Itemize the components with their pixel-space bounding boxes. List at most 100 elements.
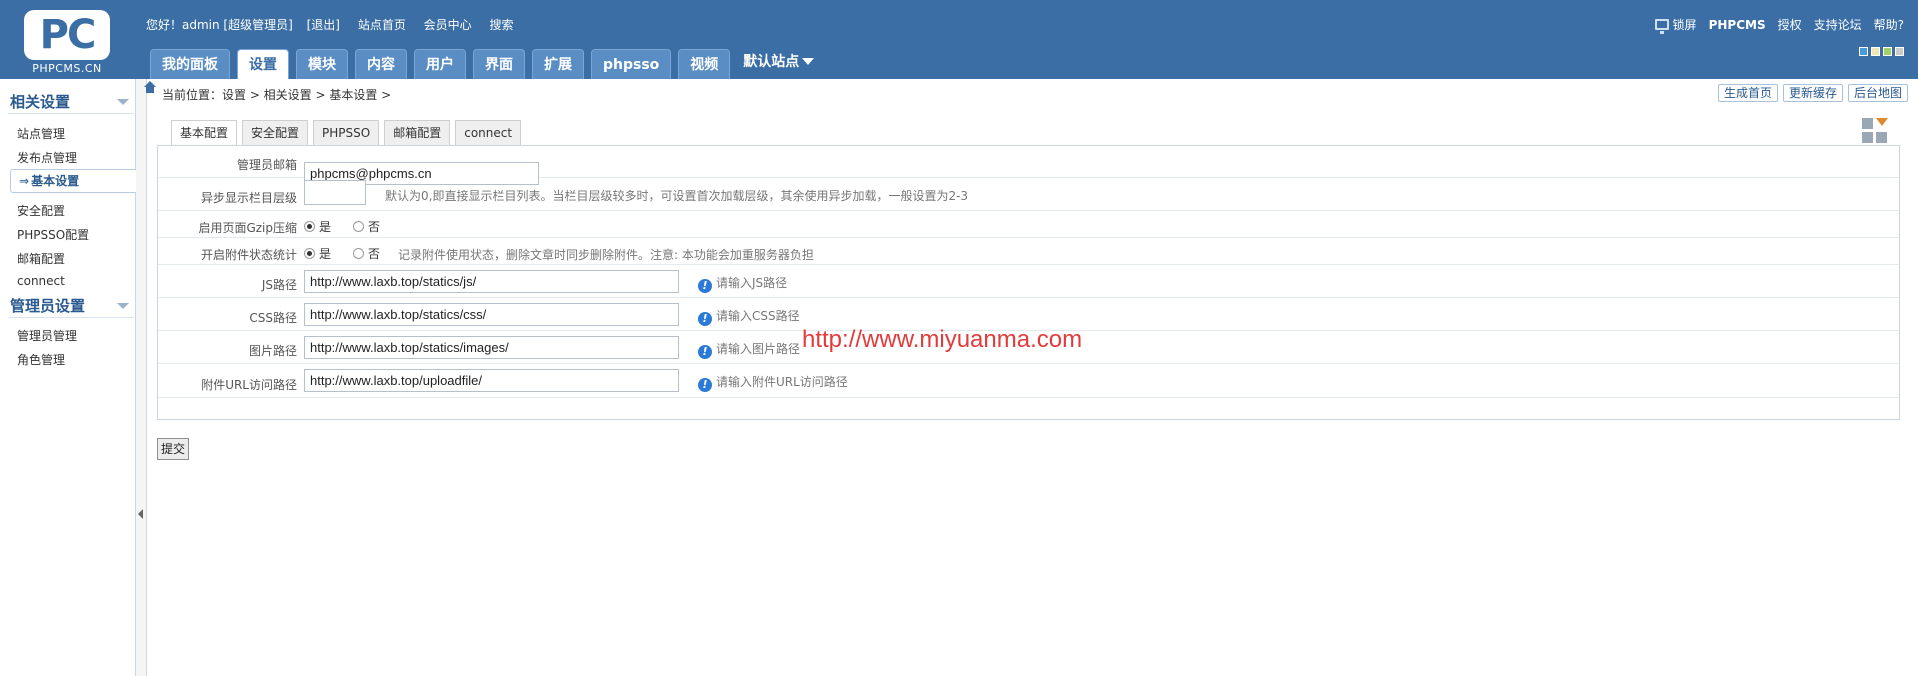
sidebar-item-role-manage[interactable]: 角色管理 [17,351,65,368]
form-row-async-level: 异步显示栏目层级 默认为0,即直接显示栏目列表。当栏目层级较多时，可设置首次加载… [158,178,1899,211]
logo-subtext: PHPCMS.CN [32,62,102,75]
tab-phpsso[interactable]: PHPSSO [313,120,380,145]
theme-blue[interactable] [1859,47,1868,56]
main-nav: 我的面板 设置 模块 内容 用户 界面 扩展 phpsso 视频 默认站点 [150,49,815,79]
logo[interactable]: PC PHPCMS.CN [24,10,110,75]
collapse-arrow-icon[interactable] [117,99,129,105]
settings-tabs: 基本配置 安全配置 PHPSSO 邮箱配置 connect [171,120,522,146]
tab-email-config[interactable]: 邮箱配置 [384,120,451,145]
top-right-links: 锁屏 PHPCMS 授权 支持论坛 帮助? [1654,16,1904,34]
radio-label: 否 [368,220,381,234]
generate-homepage-button[interactable]: 生成首页 [1717,84,1778,102]
tip-text: 请输入图片路径 [716,342,801,356]
image-path-input[interactable]: http://www.laxb.top/statics/images/ [304,336,679,359]
logout-link[interactable]: [退出] [307,18,340,32]
download-arrow-icon [1876,118,1888,126]
site-selector[interactable]: 默认站点 [737,49,815,79]
admin-email-label: 管理员邮箱 [236,158,297,172]
tip-text: 请输入JS路径 [716,276,788,290]
async-level-label: 异步显示栏目层级 [200,191,297,205]
lock-screen-link[interactable]: 锁屏 [1673,16,1697,33]
attach-stat-yes-radio[interactable]: 是 [304,245,331,262]
attach-stat-hint: 记录附件使用状态，删除文章时同步删除附件。注意: 本功能会加重服务器负担 [398,248,814,262]
phpcms-link[interactable]: PHPCMS [1709,18,1766,32]
layout-grid-icon[interactable] [1862,118,1888,144]
nav-tab-my-panel[interactable]: 我的面板 [150,49,230,79]
breadcrumb-bar: 当前位置：设置 > 相关设置 > 基本设置 > 生成首页 更新缓存 后台地图 [136,79,1918,105]
attach-stat-label: 开启附件状态统计 [200,248,297,262]
chevron-left-icon [138,509,143,519]
tip-text: 请输入附件URL访问路径 [716,375,848,389]
radio-checked-icon [304,248,315,259]
sidebar-toggle-bar[interactable] [136,79,147,676]
css-path-input[interactable]: http://www.laxb.top/statics/css/ [304,303,679,326]
sidebar-section-title[interactable]: 管理员设置 [10,295,85,316]
radio-unchecked-icon [353,248,364,259]
sidebar-item-admin-manage[interactable]: 管理员管理 [17,327,77,344]
gzip-label: 启用页面Gzip压缩 [198,221,297,235]
tab-basic-config[interactable]: 基本配置 [171,120,238,146]
js-path-tip: ! 请输入JS路径 [698,274,787,293]
form-row-admin-email: 管理员邮箱 phpcms@phpcms.cn [158,146,1899,185]
async-level-hint: 默认为0,即直接显示栏目列表。当栏目层级较多时，可设置首次加载层级，其余使用异步… [385,189,969,203]
member-center-link[interactable]: 会员中心 [424,18,472,32]
info-icon: ! [698,378,712,392]
sidebar-item-publish-point[interactable]: 发布点管理 [17,149,77,166]
gzip-yes-radio[interactable]: 是 [304,218,331,235]
nav-tab-content[interactable]: 内容 [355,49,407,79]
divider [8,113,134,114]
attach-stat-no-radio[interactable]: 否 [353,245,380,262]
forum-link[interactable]: 支持论坛 [1814,16,1862,33]
async-level-input[interactable] [304,180,366,205]
theme-yellow[interactable] [1871,47,1880,56]
collapse-arrow-icon[interactable] [117,303,129,309]
watermark-text: http://www.miyuanma.com [802,326,1083,353]
search-link[interactable]: 搜索 [490,18,514,32]
help-link[interactable]: 帮助? [1874,16,1904,33]
theme-green[interactable] [1883,47,1892,56]
radio-label: 是 [319,220,332,234]
upload-url-tip: ! 请输入附件URL访问路径 [698,373,848,392]
update-cache-button[interactable]: 更新缓存 [1782,84,1843,102]
license-link[interactable]: 授权 [1778,16,1802,33]
settings-form: 管理员邮箱 phpcms@phpcms.cn 异步显示栏目层级 默认为0,即直接… [157,145,1900,420]
submit-button[interactable]: 提交 [157,438,190,460]
js-path-input[interactable]: http://www.laxb.top/statics/js/ [304,270,679,293]
nav-tab-settings[interactable]: 设置 [237,49,289,79]
divider [8,317,134,318]
sidebar-item-label: 基本设置 [31,174,80,188]
sidebar-section-title[interactable]: 相关设置 [10,91,70,112]
css-path-tip: ! 请输入CSS路径 [698,307,800,326]
site-home-link[interactable]: 站点首页 [358,18,406,32]
theme-gray[interactable] [1895,47,1904,56]
upload-url-input[interactable]: http://www.laxb.top/uploadfile/ [304,369,679,392]
nav-tab-interface[interactable]: 界面 [473,49,525,79]
js-path-label: JS路径 [261,278,297,292]
greeting: 您好！admin [超级管理员] [146,18,293,32]
sidebar-item-email[interactable]: 邮箱配置 [17,250,65,267]
sidebar-item-site-manage[interactable]: 站点管理 [17,125,65,142]
tab-connect[interactable]: connect [455,120,522,145]
tab-security-config[interactable]: 安全配置 [242,120,309,145]
nav-tab-modules[interactable]: 模块 [296,49,348,79]
sidebar-item-security[interactable]: 安全配置 [17,202,65,219]
nav-tab-video[interactable]: 视频 [678,49,731,79]
nav-tab-extend[interactable]: 扩展 [532,49,584,79]
image-path-tip: ! 请输入图片路径 [698,340,800,359]
top-header: PC PHPCMS.CN 您好！admin [超级管理员] [退出] 站点首页 … [0,0,1918,79]
sidebar-item-connect[interactable]: connect [17,274,65,288]
info-icon: ! [698,312,712,326]
left-sidebar: 相关设置 站点管理 发布点管理 ⇒ 基本设置 安全配置 PHPSSO配置 邮箱配置… [0,79,136,676]
sidebar-item-phpsso[interactable]: PHPSSO配置 [17,226,89,243]
chevron-down-icon [802,58,815,65]
nav-tab-phpsso[interactable]: phpsso [591,49,672,79]
gzip-no-radio[interactable]: 否 [353,218,380,235]
nav-tab-users[interactable]: 用户 [414,49,466,79]
monitor-icon [1654,19,1669,34]
quick-buttons: 生成首页 更新缓存 后台地图 [1717,84,1908,102]
sidebar-item-basic-settings[interactable]: ⇒ 基本设置 [10,169,136,193]
home-icon [144,81,156,97]
css-path-label: CSS路径 [249,311,297,325]
admin-map-button[interactable]: 后台地图 [1847,84,1908,102]
form-row-gzip: 启用页面Gzip压缩 是 否 [158,211,1899,238]
